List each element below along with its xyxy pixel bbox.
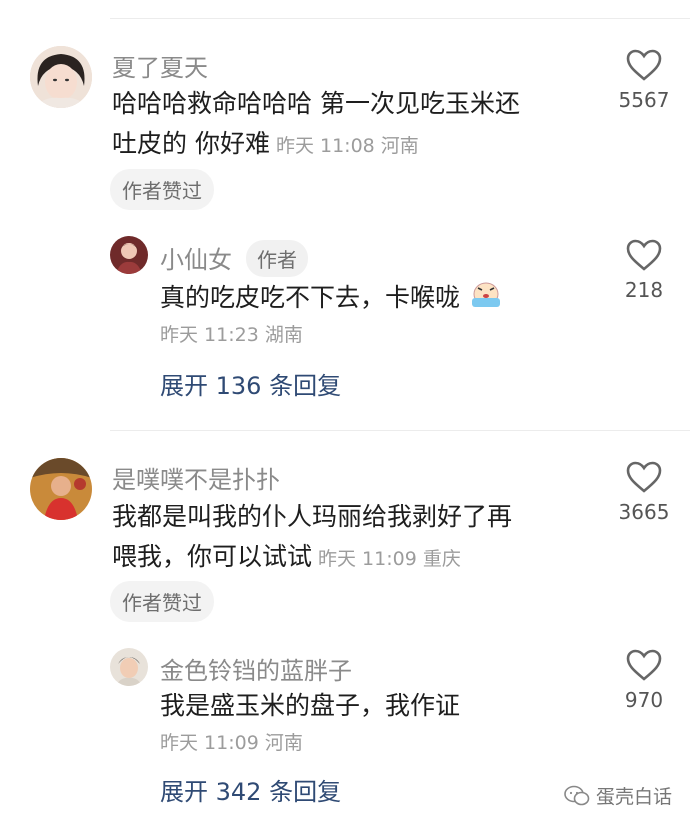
comment-location: 重庆 bbox=[422, 548, 461, 570]
reply-avatar[interactable] bbox=[110, 648, 148, 686]
reply-avatar[interactable] bbox=[110, 236, 148, 274]
like-count: 970 bbox=[624, 688, 664, 712]
expand-replies-link[interactable]: 展开 342 条回复 bbox=[160, 772, 341, 807]
top-divider bbox=[110, 18, 690, 19]
reply-meta: 昨天 11:23 湖南 bbox=[160, 320, 303, 347]
reply-like-button[interactable]: 218 bbox=[604, 238, 684, 302]
heart-icon bbox=[626, 461, 662, 493]
comment-text-content: 喂我，你可以试试 bbox=[112, 542, 313, 571]
comment-text-line: 哈哈哈救命哈哈哈 第一次见吃玉米还 bbox=[112, 89, 520, 118]
author-badge: 作者 bbox=[246, 240, 308, 277]
avatar[interactable] bbox=[30, 46, 92, 108]
comment-username[interactable]: 夏了夏天 bbox=[112, 48, 208, 83]
like-count: 5567 bbox=[618, 88, 670, 112]
reply-location: 湖南 bbox=[264, 324, 303, 346]
user-avatar-icon bbox=[110, 648, 148, 686]
comment-text-line-2: 喂我，你可以试试 昨天 11:09 重庆 bbox=[112, 537, 602, 579]
comment-text: 哈哈哈救命哈哈哈 第一次见吃玉米还 吐皮的 你好难 昨天 11:08 河南 bbox=[112, 84, 602, 166]
reply-text: 我是盛玉米的盘子，我作证 bbox=[160, 686, 590, 726]
reply-text-content: 我是盛玉米的盘子，我作证 bbox=[160, 691, 461, 720]
comment-text: 我都是叫我的仆人玛丽给我剥好了再 喂我，你可以试试 昨天 11:09 重庆 bbox=[112, 497, 602, 579]
reply-meta: 昨天 11:09 河南 bbox=[160, 728, 303, 755]
expand-replies-link[interactable]: 展开 136 条回复 bbox=[160, 366, 341, 401]
watermark: 蛋壳白话 bbox=[564, 782, 672, 809]
reply-location: 河南 bbox=[264, 732, 303, 754]
comment-username[interactable]: 是噗噗不是扑扑 bbox=[112, 460, 280, 495]
comment-text-line-2: 吐皮的 你好难 昨天 11:08 河南 bbox=[112, 124, 602, 166]
watermark-text: 蛋壳白话 bbox=[595, 786, 672, 808]
reply-time: 昨天 11:23 bbox=[160, 324, 259, 346]
user-avatar-icon bbox=[110, 236, 148, 274]
user-avatar-icon bbox=[30, 46, 92, 108]
reply-username[interactable]: 小仙女 bbox=[160, 240, 232, 275]
comment-text-content: 吐皮的 你好难 bbox=[112, 129, 270, 158]
comment-time: 昨天 11:08 bbox=[275, 135, 375, 157]
reply-text-content: 真的吃皮吃不下去，卡喉咙 bbox=[160, 283, 461, 312]
user-avatar-icon bbox=[30, 458, 92, 520]
comment-time: 昨天 11:09 bbox=[318, 548, 417, 570]
comment-location: 河南 bbox=[380, 135, 419, 157]
heart-icon bbox=[626, 49, 662, 81]
avatar[interactable] bbox=[30, 458, 92, 520]
like-button[interactable]: 3665 bbox=[604, 460, 684, 524]
reply-username[interactable]: 金色铃铛的蓝胖子 bbox=[160, 651, 352, 686]
reply-time: 昨天 11:09 bbox=[160, 732, 259, 754]
wechat-icon bbox=[564, 785, 590, 805]
crying-face-icon bbox=[470, 278, 502, 320]
author-liked-chip: 作者赞过 bbox=[110, 581, 214, 622]
like-button[interactable]: 5567 bbox=[604, 48, 684, 112]
reply-text: 真的吃皮吃不下去，卡喉咙 bbox=[160, 278, 590, 320]
author-liked-chip: 作者赞过 bbox=[110, 169, 214, 210]
comment-text-line: 我都是叫我的仆人玛丽给我剥好了再 bbox=[112, 502, 513, 531]
comment-divider bbox=[110, 430, 690, 431]
reply-like-button[interactable]: 970 bbox=[604, 648, 684, 712]
heart-icon bbox=[626, 239, 662, 271]
heart-icon bbox=[626, 649, 662, 681]
like-count: 3665 bbox=[618, 500, 670, 524]
like-count: 218 bbox=[624, 278, 664, 302]
